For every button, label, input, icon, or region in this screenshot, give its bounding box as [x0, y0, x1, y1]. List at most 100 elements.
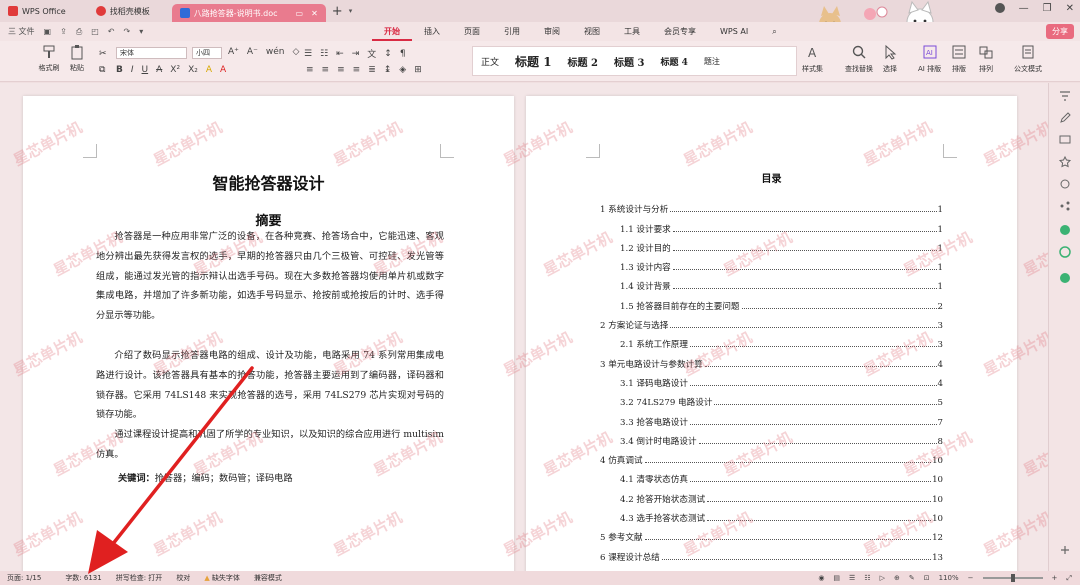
document-canvas[interactable]: 智能抢答器设计 摘要 抢答器是一种应用非常广泛的设备，在各种竞赛、抢答场合中，它… [0, 83, 1048, 571]
toc-entry[interactable]: 1.5 抢答器目前存在的主要问题 2 [600, 292, 943, 312]
file-menu-button[interactable]: 三 文件 [8, 26, 35, 37]
tab-home[interactable]: 开始 [372, 22, 412, 41]
avatar[interactable] [994, 3, 1005, 13]
tab-review[interactable]: 审阅 [532, 22, 572, 41]
style-set-button[interactable]: A 样式集 [802, 44, 823, 74]
print-icon[interactable]: ⎙ [76, 27, 82, 37]
indent-icon[interactable]: ⇥ [352, 49, 360, 59]
style-heading-2[interactable]: 标题 2 [560, 54, 606, 69]
toc-entry[interactable]: 4.2 抢答开始状态测试 10 [600, 485, 943, 505]
app-circle-icon[interactable] [1058, 245, 1072, 259]
share-button[interactable]: 分享 [1046, 24, 1074, 39]
bullets-icon[interactable]: ☰ [304, 49, 312, 59]
tab-member[interactable]: 会员专享 [652, 22, 708, 41]
font-color-icon[interactable]: A [220, 65, 226, 75]
comment-icon[interactable] [1058, 133, 1072, 147]
style-heading-1[interactable]: 标题 1 [507, 53, 560, 70]
toc-entry[interactable]: 1.1 设计要求 1 [600, 215, 943, 235]
style-normal[interactable]: 正文 [473, 55, 507, 68]
toc-entry[interactable]: 6 课程设计总结 13 [600, 543, 943, 563]
line-spacing-icon[interactable]: ↨ [384, 65, 392, 75]
preview-icon[interactable]: ◰ [91, 27, 99, 36]
paste-button[interactable]: 粘贴 [60, 44, 94, 73]
phonetic-icon[interactable]: wén [266, 47, 285, 57]
select-button[interactable]: 选择 [882, 44, 898, 74]
justify-icon[interactable]: ≡ [353, 65, 361, 75]
more-icon[interactable]: ▾ [139, 27, 143, 36]
ai-layout-button[interactable]: AI AI 排版 [918, 44, 941, 74]
page-2[interactable]: 目录 1 系统设计与分析 1 1.1 设计要求 1 1.2 设计目的 1 1.3 设计内容 1… [526, 96, 1017, 571]
outdent-icon[interactable]: ⇤ [336, 49, 344, 59]
toc-entry[interactable]: 2 方案论证与选择 3 [600, 312, 943, 332]
arrange-button[interactable]: 排列 [978, 44, 994, 74]
chevron-down-icon[interactable]: ▾ [349, 7, 353, 15]
spellcheck-toggle[interactable]: 拼写检查: 打开 [109, 573, 170, 583]
zoom-level[interactable]: 110% [939, 574, 959, 582]
align-right-icon[interactable]: ≡ [337, 65, 345, 75]
toc-entry[interactable]: 3.1 译码电路设计 4 [600, 370, 943, 389]
outline-view-icon[interactable]: ☷ [864, 574, 870, 582]
edit-icon[interactable] [1058, 111, 1072, 125]
shrink-font-icon[interactable]: A⁻ [247, 47, 258, 57]
zoom-out-button[interactable]: − [968, 574, 974, 582]
zoom-slider-handle[interactable] [1010, 574, 1015, 582]
play-icon[interactable]: ▷ [880, 574, 885, 582]
word-count[interactable]: 字数: 6131 [58, 573, 108, 583]
shading-icon[interactable]: ◈ [399, 65, 406, 75]
cut-icon[interactable]: ✂ [99, 49, 107, 59]
page-indicator[interactable]: 页面: 1/15 [0, 573, 48, 583]
page-1[interactable]: 智能抢答器设计 摘要 抢答器是一种应用非常广泛的设备，在各种竞赛、抢答场合中，它… [23, 96, 514, 571]
numbering-icon[interactable]: ☷ [320, 49, 328, 59]
toc-entry[interactable]: 3.2 74LS279 电路设计 5 [600, 389, 943, 409]
toc-entry[interactable]: 4.3 选手抢答状态测试 10 [600, 505, 943, 525]
find-replace-button[interactable]: 查找替换 [845, 44, 873, 74]
distribute-icon[interactable]: ≣ [368, 65, 376, 75]
minimize-button[interactable]: — [1019, 3, 1029, 14]
toc-entry[interactable]: 1.2 设计目的 1 [600, 235, 943, 254]
toc-entry[interactable]: 1.4 设计背景 1 [600, 273, 943, 293]
tab-wps-ai[interactable]: WPS AI [708, 22, 760, 41]
highlight-icon[interactable]: A [206, 65, 212, 75]
tab-wps-office[interactable]: WPS Office [0, 2, 74, 20]
page-view-icon[interactable]: ▤ [833, 574, 840, 582]
style-caption[interactable]: 题注 [696, 56, 728, 67]
maximize-button[interactable]: ❐ [1043, 3, 1052, 14]
undo-icon[interactable]: ↶ [108, 27, 115, 36]
show-marks-icon[interactable]: ¶ [400, 49, 406, 59]
web-view-icon[interactable]: ⊕ [894, 574, 900, 582]
close-window-button[interactable]: ✕ [1066, 3, 1074, 14]
new-tab-button[interactable]: + [326, 4, 349, 19]
save-icon[interactable]: ▣ [44, 27, 52, 36]
redo-icon[interactable]: ↷ [123, 27, 130, 36]
toc-entry[interactable]: 2.1 系统工作原理 3 [600, 331, 943, 351]
zoom-slider[interactable] [982, 574, 1043, 582]
tab-templates[interactable]: 找稻壳模板 [88, 2, 158, 20]
italic-icon[interactable]: I [131, 65, 134, 75]
tab-tools[interactable]: 工具 [612, 22, 652, 41]
tab-document[interactable]: 八路抢答器-说明书.doc ▭ ✕ [171, 4, 326, 22]
style-heading-3[interactable]: 标题 3 [606, 54, 652, 69]
subscript-icon[interactable]: X₂ [188, 65, 198, 75]
borders-icon[interactable]: ⊞ [414, 65, 422, 75]
chinese-layout-icon[interactable]: 文 [367, 47, 376, 60]
toc-entry[interactable]: 3 单元电路设计与参数计算 4 [600, 350, 943, 370]
edit-mode-icon[interactable]: ✎ [909, 574, 915, 582]
toc-entry[interactable]: 3.3 抢答电路设计 7 [600, 408, 943, 428]
clear-format-icon[interactable]: ◇ [292, 47, 299, 57]
layout-button[interactable]: 排版 [951, 44, 967, 74]
font-name-select[interactable]: 宋体 [116, 47, 187, 59]
zoom-in-button[interactable]: + [1052, 574, 1058, 582]
superscript-icon[interactable]: X² [170, 65, 180, 75]
list-view-icon[interactable]: ☰ [849, 574, 855, 582]
tab-page[interactable]: 页面 [452, 22, 492, 41]
tab-references[interactable]: 引用 [492, 22, 532, 41]
tab-insert[interactable]: 插入 [412, 22, 452, 41]
missing-font-button[interactable]: ▲ 缺失字体 [197, 573, 247, 583]
eye-icon[interactable]: ◉ [818, 574, 824, 582]
toc-entry[interactable]: 5 参考文献 12 [600, 524, 943, 544]
official-doc-button[interactable]: 公文模式 [1014, 44, 1042, 74]
search-icon[interactable]: ⌕ [760, 22, 788, 41]
app-green-icon[interactable] [1058, 223, 1072, 237]
tools-icon[interactable] [1058, 177, 1072, 191]
align-center-icon[interactable]: ≡ [322, 65, 330, 75]
